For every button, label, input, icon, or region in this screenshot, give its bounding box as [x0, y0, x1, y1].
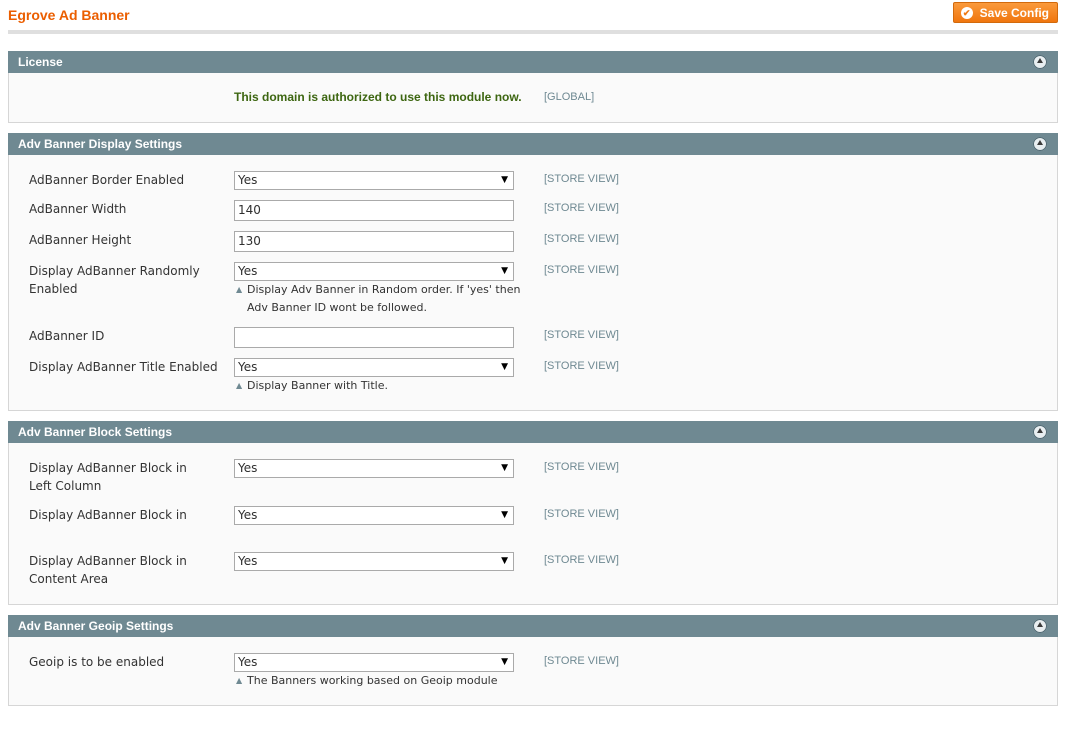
save-config-label: Save Config [979, 5, 1049, 20]
display-settings-title: Adv Banner Display Settings [18, 137, 183, 151]
block-settings-header[interactable]: Adv Banner Block Settings [8, 421, 1058, 443]
license-scope: [GLOBAL] [544, 91, 595, 103]
height-scope: [STORE VIEW] [544, 233, 619, 245]
collapse-up-icon[interactable] [1033, 619, 1047, 633]
geoip-enabled-note: ▲ The Banners working based on Geoip mod… [234, 672, 524, 690]
note-triangle-icon: ▲ [236, 285, 243, 294]
chevron-down-icon: ▼ [501, 556, 508, 566]
block-settings-title: Adv Banner Block Settings [18, 425, 173, 439]
title-enabled-note: ▲ Display Banner with Title. [234, 377, 524, 395]
check-circle-icon: ✔ [960, 6, 973, 19]
title-enabled-label: Display AdBanner Title Enabled [29, 360, 218, 374]
page-title: Egrove Ad Banner [8, 7, 130, 23]
geoip-settings-header[interactable]: Adv Banner Geoip Settings [8, 615, 1058, 637]
geoip-enabled-note-text: The Banners working based on Geoip modul… [247, 674, 498, 687]
left-column-select[interactable]: Yes ▼ [234, 459, 514, 478]
block-settings-section: Adv Banner Block Settings Display AdBann… [8, 421, 1058, 605]
note-triangle-icon: ▲ [236, 381, 243, 390]
width-input[interactable]: 140 [234, 200, 514, 221]
title-enabled-select[interactable]: Yes ▼ [234, 358, 514, 377]
random-enabled-label: Display AdBanner Randomly Enabled [29, 264, 200, 296]
display-settings-header[interactable]: Adv Banner Display Settings [8, 133, 1058, 155]
random-enabled-note-text: Display Adv Banner in Random order. If '… [247, 283, 521, 314]
right-column-label: Display AdBanner Block in Right Column [29, 508, 187, 522]
title-enabled-scope: [STORE VIEW] [544, 360, 619, 372]
license-section-header[interactable]: License [8, 51, 1058, 73]
geoip-settings-title: Adv Banner Geoip Settings [18, 619, 174, 633]
display-settings-body: AdBanner Border Enabled Yes ▼ [STORE VIE… [8, 155, 1058, 411]
height-input[interactable]: 130 [234, 231, 514, 252]
random-enabled-select[interactable]: Yes ▼ [234, 262, 514, 281]
title-enabled-value: Yes [238, 360, 258, 374]
geoip-enabled-select[interactable]: Yes ▼ [234, 653, 514, 672]
title-enabled-note-text: Display Banner with Title. [247, 379, 388, 392]
chevron-down-icon: ▼ [501, 362, 508, 372]
content-area-label: Display AdBanner Block in Content Area [29, 554, 187, 586]
chevron-down-icon: ▼ [501, 266, 508, 276]
right-column-value: Yes [238, 508, 258, 522]
height-label: AdBanner Height [29, 233, 132, 247]
chevron-down-icon: ▼ [501, 657, 508, 667]
chevron-down-icon: ▼ [501, 510, 508, 520]
license-section: License This domain is authorized to use… [8, 51, 1058, 123]
content-area-scope: [STORE VIEW] [544, 554, 619, 566]
collapse-up-icon[interactable] [1033, 55, 1047, 69]
license-status-message: This domain is authorized to use this mo… [234, 90, 522, 104]
collapse-up-icon[interactable] [1033, 425, 1047, 439]
content-area-select[interactable]: Yes ▼ [234, 552, 514, 571]
geoip-settings-body: Geoip is to be enabled Yes ▼ [STORE VIEW… [8, 637, 1058, 706]
page-header: Egrove Ad Banner ✔ Save Config [8, 0, 1058, 34]
left-column-value: Yes [238, 461, 258, 475]
width-label: AdBanner Width [29, 202, 127, 216]
border-enabled-value: Yes [238, 173, 258, 187]
border-enabled-select[interactable]: Yes ▼ [234, 171, 514, 190]
geoip-settings-section: Adv Banner Geoip Settings Geoip is to be… [8, 615, 1058, 706]
banner-id-label: AdBanner ID [29, 329, 105, 343]
geoip-enabled-value: Yes [238, 655, 258, 669]
left-column-scope: [STORE VIEW] [544, 461, 619, 473]
geoip-enabled-scope: [STORE VIEW] [544, 655, 619, 667]
random-enabled-note: ▲ Display Adv Banner in Random order. If… [234, 281, 524, 317]
random-enabled-scope: [STORE VIEW] [544, 264, 619, 276]
banner-id-scope: [STORE VIEW] [544, 329, 619, 341]
collapse-up-icon[interactable] [1033, 137, 1047, 151]
geoip-enabled-label: Geoip is to be enabled [29, 655, 165, 669]
right-column-select[interactable]: Yes ▼ [234, 506, 514, 525]
width-scope: [STORE VIEW] [544, 202, 619, 214]
right-column-scope: [STORE VIEW] [544, 508, 619, 520]
random-enabled-value: Yes [238, 264, 258, 278]
display-settings-section: Adv Banner Display Settings AdBanner Bor… [8, 133, 1058, 411]
license-section-body: This domain is authorized to use this mo… [8, 73, 1058, 123]
save-config-button[interactable]: ✔ Save Config [952, 2, 1058, 23]
chevron-down-icon: ▼ [501, 175, 508, 185]
note-triangle-icon: ▲ [236, 676, 243, 685]
left-column-label: Display AdBanner Block in Left Column [29, 461, 187, 493]
license-section-title: License [18, 55, 63, 69]
border-enabled-label: AdBanner Border Enabled [29, 173, 185, 187]
block-settings-body: Display AdBanner Block in Left Column Ye… [8, 443, 1058, 605]
content-area-value: Yes [238, 554, 258, 568]
border-enabled-scope: [STORE VIEW] [544, 173, 619, 185]
banner-id-input[interactable] [234, 327, 514, 348]
chevron-down-icon: ▼ [501, 463, 508, 473]
